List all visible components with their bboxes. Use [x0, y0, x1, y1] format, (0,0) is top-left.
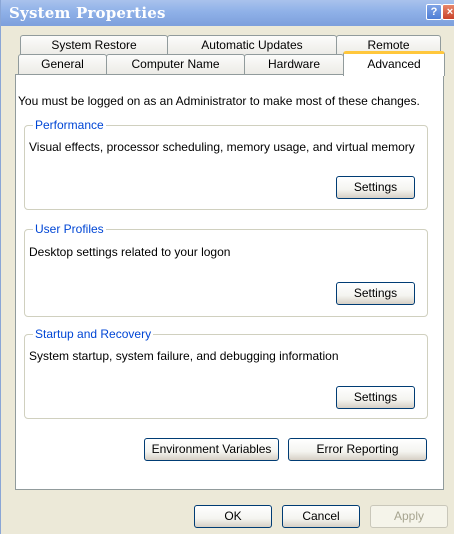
- tab-system-restore[interactable]: System Restore: [20, 35, 168, 55]
- window-title: System Properties: [9, 4, 166, 22]
- user-profiles-label: User Profiles: [33, 222, 106, 236]
- apply-button[interactable]: Apply: [370, 505, 448, 528]
- tab-computer-name[interactable]: Computer Name: [106, 54, 245, 74]
- close-icon[interactable]: ×: [442, 4, 454, 20]
- cancel-button[interactable]: Cancel: [282, 505, 360, 528]
- error-reporting-button[interactable]: Error Reporting: [288, 438, 427, 461]
- user-profiles-description: Desktop settings related to your logon: [29, 245, 231, 259]
- startup-recovery-label: Startup and Recovery: [33, 327, 154, 341]
- performance-description: Visual effects, processor scheduling, me…: [29, 140, 415, 154]
- environment-variables-button[interactable]: Environment Variables: [144, 438, 279, 461]
- startup-recovery-settings-button[interactable]: Settings: [336, 386, 415, 409]
- user-profiles-settings-button[interactable]: Settings: [336, 282, 415, 305]
- performance-settings-button[interactable]: Settings: [336, 176, 415, 199]
- tab-automatic-updates[interactable]: Automatic Updates: [167, 35, 337, 55]
- performance-label: Performance: [33, 118, 106, 132]
- help-icon[interactable]: ?: [426, 4, 442, 20]
- system-properties-window: System Properties ? × System Restore Aut…: [0, 0, 454, 534]
- ok-button[interactable]: OK: [194, 505, 272, 528]
- tab-hardware[interactable]: Hardware: [244, 54, 344, 74]
- tab-general[interactable]: General: [18, 54, 107, 74]
- title-bar[interactable]: System Properties ? ×: [1, 0, 454, 26]
- tab-advanced[interactable]: Advanced: [343, 51, 445, 76]
- startup-recovery-description: System startup, system failure, and debu…: [29, 349, 339, 363]
- admin-notice-text: You must be logged on as an Administrato…: [18, 94, 420, 108]
